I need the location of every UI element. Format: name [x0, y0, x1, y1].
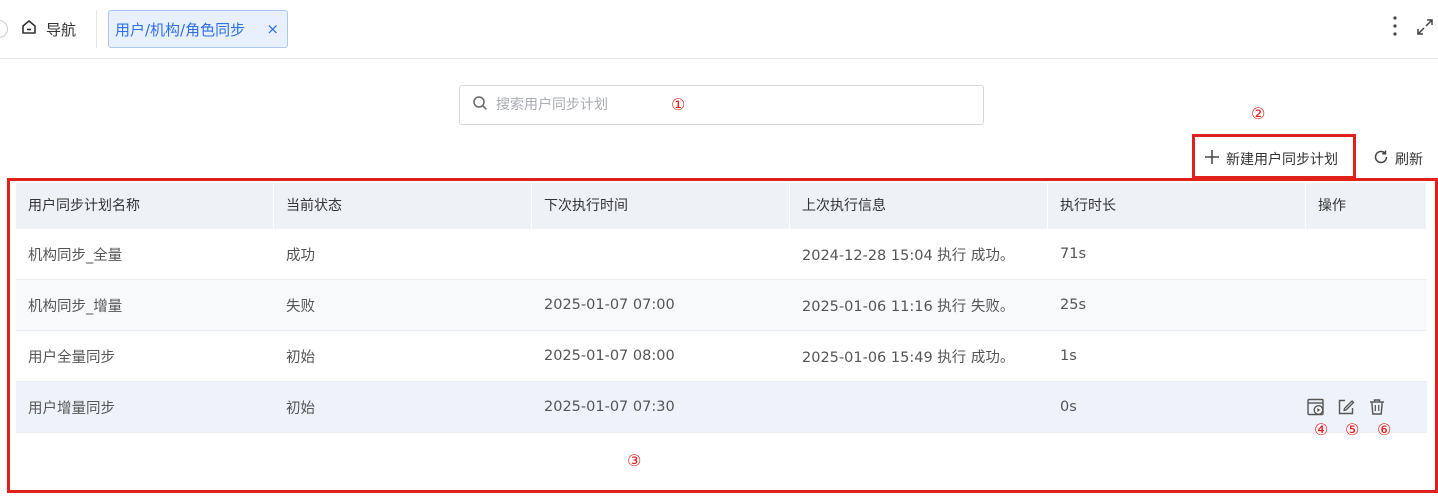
- column-header-duration[interactable]: 执行时长: [1048, 183, 1306, 229]
- cell-last-run: 2025-01-06 15:49 执行 成功。: [802, 349, 1015, 366]
- table-row[interactable]: 机构同步_全量 成功 2024-12-28 15:04 执行 成功。 71s: [16, 229, 1427, 280]
- search-input[interactable]: [494, 96, 918, 114]
- column-header-next-run[interactable]: 下次执行时间: [532, 183, 790, 229]
- search-box[interactable]: [459, 85, 984, 125]
- close-icon[interactable]: ×: [266, 20, 279, 38]
- table-row[interactable]: 用户增量同步 初始 2025-01-07 07:30 0s: [16, 382, 1427, 433]
- create-sync-plan-label: 新建用户同步计划: [1226, 152, 1338, 168]
- run-icon[interactable]: [1306, 397, 1326, 417]
- cell-status: 失败: [286, 298, 315, 315]
- table-header: 用户同步计划名称 当前状态 下次执行时间 上次执行信息 执行时长 操作: [16, 183, 1427, 229]
- cell-duration: 0s: [1060, 399, 1077, 415]
- refresh-label: 刷新: [1395, 152, 1423, 168]
- annotation-marker-6: ⑥: [1377, 420, 1392, 439]
- home-icon: [20, 18, 38, 40]
- nav-home-label: 导航: [46, 20, 77, 39]
- cell-status: 成功: [286, 247, 315, 264]
- annotation-marker-5: ⑤: [1345, 420, 1360, 439]
- column-header-last-run[interactable]: 上次执行信息: [790, 183, 1048, 229]
- plus-icon: [1204, 149, 1220, 169]
- expand-icon[interactable]: [1416, 18, 1434, 36]
- cell-last-run: 2025-01-06 11:16 执行 失败。: [802, 298, 1015, 315]
- tab-user-org-role-sync[interactable]: 用户/机构/角色同步 ×: [108, 10, 288, 48]
- search-icon: [472, 95, 488, 115]
- sync-plan-table: 用户同步计划名称 当前状态 下次执行时间 上次执行信息 执行时长 操作 机构同步…: [16, 183, 1427, 433]
- create-sync-plan-button[interactable]: 新建用户同步计划: [1204, 147, 1338, 171]
- cell-next-run: [532, 229, 790, 279]
- annotation-marker-3: ③: [627, 451, 642, 470]
- cell-actions: [1306, 331, 1427, 381]
- cell-next-run: 2025-01-07 08:00: [544, 348, 675, 364]
- cell-name: 用户全量同步: [28, 349, 115, 366]
- cell-duration: 71s: [1060, 246, 1087, 262]
- refresh-button[interactable]: 刷新: [1373, 147, 1423, 171]
- column-header-actions: 操作: [1306, 183, 1427, 229]
- edit-icon[interactable]: [1336, 397, 1356, 417]
- cell-next-run: 2025-01-07 07:00: [544, 297, 675, 313]
- cell-duration: 25s: [1060, 297, 1087, 313]
- table-row[interactable]: 机构同步_增量 失败 2025-01-07 07:00 2025-01-06 1…: [16, 280, 1427, 331]
- cell-status: 初始: [286, 349, 315, 366]
- cell-status: 初始: [286, 400, 315, 417]
- cell-name: 机构同步_全量: [28, 247, 123, 264]
- cell-last-run: 2024-12-28 15:04 执行 成功。: [802, 247, 1015, 264]
- annotation-marker-1: ①: [671, 95, 686, 114]
- cell-duration: 1s: [1060, 348, 1077, 364]
- cell-actions: [1306, 229, 1427, 279]
- cell-name: 机构同步_增量: [28, 298, 123, 315]
- delete-icon[interactable]: [1367, 397, 1387, 417]
- back-circle-icon[interactable]: [0, 20, 8, 38]
- column-header-status[interactable]: 当前状态: [274, 183, 532, 229]
- cell-next-run: 2025-01-07 07:30: [544, 399, 675, 415]
- tab-label: 用户/机构/角色同步: [115, 20, 246, 39]
- divider: [96, 10, 97, 48]
- annotation-marker-4: ④: [1314, 420, 1329, 439]
- cell-last-run: [790, 382, 1048, 432]
- more-vertical-icon[interactable]: [1388, 14, 1402, 38]
- refresh-icon: [1373, 149, 1389, 169]
- table-row[interactable]: 用户全量同步 初始 2025-01-07 08:00 2025-01-06 15…: [16, 331, 1427, 382]
- nav-home-link[interactable]: 导航: [20, 17, 76, 41]
- cell-actions: [1306, 280, 1427, 330]
- top-bar: 导航 用户/机构/角色同步 ×: [0, 0, 1438, 59]
- annotation-marker-2: ②: [1251, 104, 1266, 123]
- cell-name: 用户增量同步: [28, 400, 115, 417]
- column-header-name[interactable]: 用户同步计划名称: [16, 183, 274, 229]
